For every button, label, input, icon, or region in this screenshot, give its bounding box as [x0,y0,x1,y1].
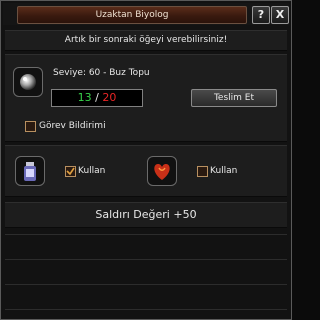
title-bar[interactable]: Uzaktan Biyolog ? X [3,3,289,25]
effect-panel: Saldırı Değeri +50 [5,202,287,228]
help-button[interactable]: ? [252,6,270,24]
use-checkbox-heart[interactable] [197,166,208,177]
use-label-heart: Kullan [210,166,238,176]
check-icon [66,167,75,176]
level-text: Seviye: 60 - Buz Topu [53,68,150,78]
quest-panel: Seviye: 60 - Buz Topu 13 / 20 Teslim Et … [5,54,287,142]
divider [5,284,287,285]
biologist-window: Uzaktan Biyolog ? X Artık bir sonraki öğ… [0,0,292,320]
progress-counter: 13 / 20 [51,89,143,107]
potion-icon [15,156,45,186]
divider [5,309,287,310]
submit-button[interactable]: Teslim Et [191,89,277,107]
heart-icon [147,156,177,186]
use-checkbox-potion[interactable] [65,166,76,177]
divider [5,234,287,235]
count-required: 20 [102,91,117,104]
close-button[interactable]: X [271,6,289,24]
info-panel: Artık bir sonraki öğeyi verebilirsiniz! [5,30,287,51]
notice-checkbox[interactable] [25,121,36,132]
info-text: Artık bir sonraki öğeyi verebilirsiniz! [64,35,228,45]
items-panel: Kullan Kullan [5,145,287,197]
divider [5,259,287,260]
count-separator: / [95,91,99,104]
count-current: 13 [77,91,92,104]
effect-text: Saldırı Değeri +50 [95,208,197,221]
use-label-potion: Kullan [78,166,106,176]
notice-label: Görev Bildirimi [39,121,106,131]
orb-icon [13,67,43,97]
window-title: Uzaktan Biyolog [17,6,247,24]
